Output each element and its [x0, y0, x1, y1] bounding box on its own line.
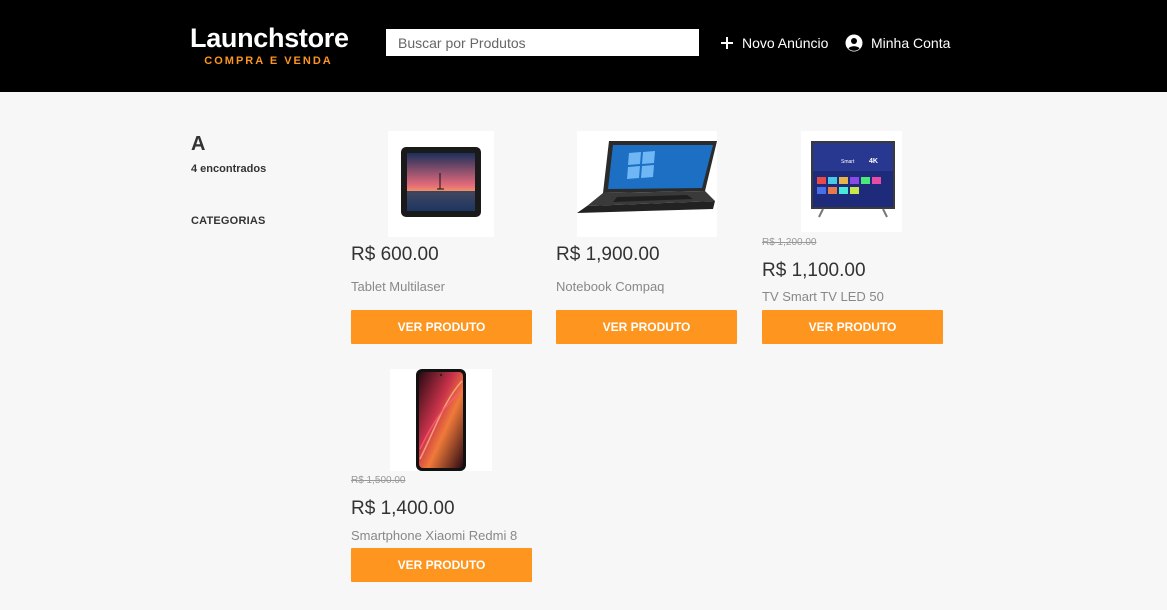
laptop-image[interactable]	[577, 131, 717, 237]
account-label: Minha Conta	[871, 35, 951, 51]
site-header: Launchstore COMPRA E VENDA Novo Anúncio …	[0, 0, 1167, 92]
svg-text:4K: 4K	[869, 158, 878, 165]
product-card: R$ 600.00 Tablet Multilaser VER PRODUTO	[351, 131, 532, 344]
new-ad-label: Novo Anúncio	[742, 35, 829, 51]
logo-title: Launchstore	[190, 23, 349, 53]
product-card: R$ 1,900.00 Notebook Compaq VER PRODUTO	[556, 131, 737, 344]
product-card: R$ 1,500.00 R$ 1,400.00 Smartphone Xiaom…	[351, 369, 532, 582]
plus-icon	[721, 37, 733, 49]
view-product-button[interactable]: VER PRODUTO	[556, 310, 737, 344]
account-link[interactable]: Minha Conta	[845, 32, 950, 54]
new-ad-link[interactable]: Novo Anúncio	[720, 32, 828, 54]
view-product-button[interactable]: VER PRODUTO	[351, 548, 532, 582]
product-old-price: R$ 1,500.00	[351, 475, 406, 486]
product-price: R$ 1,100.00	[762, 260, 866, 281]
view-product-button[interactable]: VER PRODUTO	[351, 310, 532, 344]
product-price: R$ 1,400.00	[351, 498, 455, 519]
search-query-title: A	[191, 133, 206, 155]
tablet-image[interactable]	[388, 131, 494, 237]
svg-text:Smart: Smart	[841, 159, 855, 165]
product-name: Tablet Multilaser	[351, 279, 445, 294]
product-name: TV Smart TV LED 50	[762, 289, 884, 304]
product-price: R$ 600.00	[351, 244, 439, 265]
product-price: R$ 1,900.00	[556, 244, 660, 265]
view-product-button[interactable]: VER PRODUTO	[762, 310, 943, 344]
logo-link[interactable]: Launchstore COMPRA E VENDA	[190, 22, 350, 67]
tv-image[interactable]: Smart 4K	[801, 131, 902, 232]
smartphone-image[interactable]	[390, 369, 492, 471]
search-input[interactable]	[386, 29, 699, 56]
results-count: 4 encontrados	[191, 163, 267, 175]
product-card: Smart 4K R$ 1,200.00 R$ 1,100.00 TV Smar…	[762, 131, 943, 344]
product-old-price: R$ 1,200.00	[762, 237, 817, 248]
user-circle-icon	[845, 34, 863, 52]
categories-heading: CATEGORIAS	[191, 215, 266, 227]
product-name: Smartphone Xiaomi Redmi 8	[351, 528, 518, 543]
product-name: Notebook Compaq	[556, 279, 665, 294]
logo-subtitle: COMPRA E VENDA	[204, 55, 333, 67]
